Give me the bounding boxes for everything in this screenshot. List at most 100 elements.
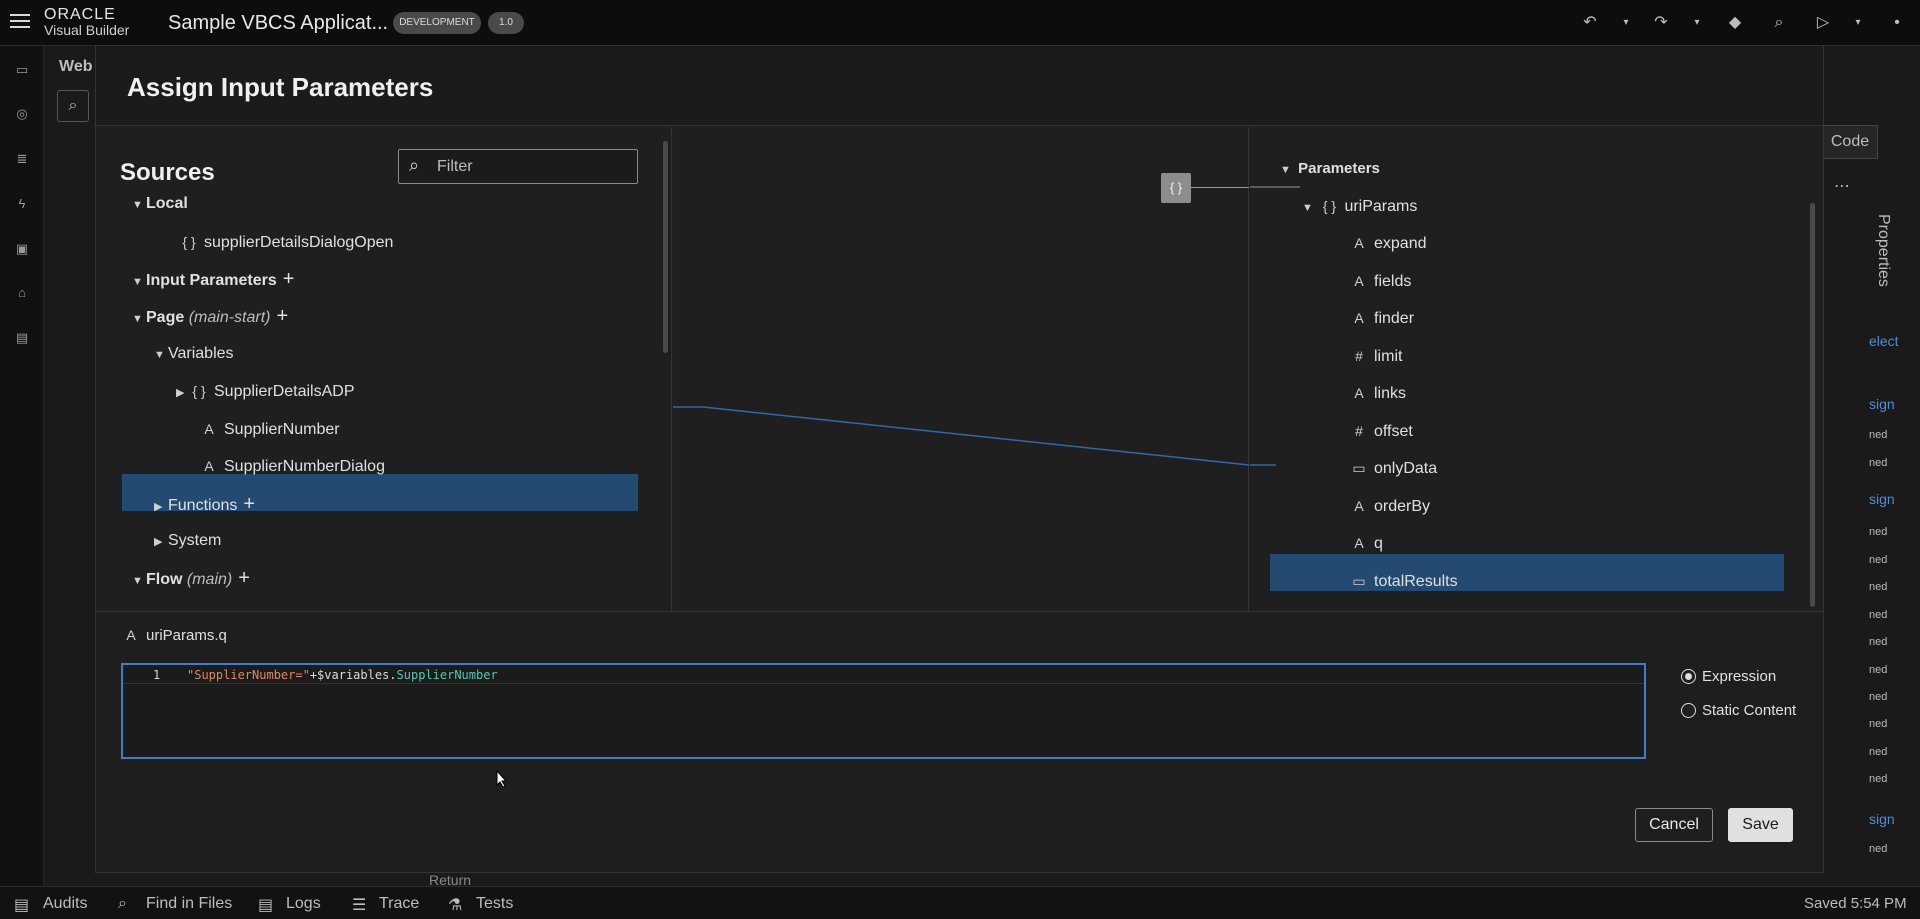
caret-right-icon[interactable]: ▶ <box>176 375 190 411</box>
find-in-files-tab[interactable]: Find in Files <box>146 895 232 913</box>
search-icon[interactable]: ⌕ <box>57 90 89 122</box>
code-tab[interactable]: Code <box>1822 125 1878 159</box>
object-mapping-icon[interactable]: { } <box>1161 173 1191 203</box>
caret-down-icon[interactable]: ▼ <box>1302 190 1316 226</box>
user-icon[interactable]: • <box>1886 12 1908 34</box>
events-icon[interactable]: ϟ <box>12 194 32 214</box>
components-icon[interactable]: ▣ <box>12 239 32 259</box>
tree-node-variables[interactable]: ▼ Variables <box>154 336 234 372</box>
boolean-type-icon: ▭ <box>1352 460 1366 476</box>
status-chip: ned <box>1869 429 1888 441</box>
status-chip: ned <box>1869 636 1888 648</box>
save-button[interactable]: Save <box>1728 808 1793 842</box>
search-icon[interactable]: ⌕ <box>1768 12 1790 34</box>
git-icon[interactable]: ◆ <box>1724 12 1746 34</box>
add-icon[interactable]: + <box>283 268 295 290</box>
assign-link[interactable]: sign <box>1869 811 1895 827</box>
string-type-icon: A <box>126 627 136 643</box>
tree-node-local[interactable]: ▼ Local <box>132 186 188 222</box>
caret-down-icon[interactable]: ▼ <box>132 264 146 300</box>
undo-dropdown-icon[interactable]: ▾ <box>1615 12 1637 34</box>
redo-icon[interactable]: ↷ <box>1650 12 1672 34</box>
tree-node-parameters[interactable]: ▼ Parameters <box>1280 151 1380 187</box>
param-links[interactable]: Alinks <box>1350 375 1406 411</box>
tree-node-uri-params[interactable]: ▼ { } uriParams <box>1302 188 1417 224</box>
static-content-radio[interactable] <box>1681 703 1696 718</box>
param-limit[interactable]: # limit <box>1350 338 1402 374</box>
status-chip: ned <box>1869 746 1888 758</box>
add-icon[interactable]: + <box>276 305 288 327</box>
web-apps-icon[interactable]: ▭ <box>12 60 32 80</box>
menu-icon[interactable] <box>10 14 30 30</box>
business-objects-icon[interactable]: ≣ <box>12 149 32 169</box>
assign-link[interactable]: sign <box>1869 396 1895 412</box>
filter-input[interactable]: ⌕ Filter <box>398 149 638 184</box>
caret-down-icon[interactable]: ▼ <box>132 301 146 337</box>
string-type-icon: A <box>1354 498 1364 514</box>
properties-tab[interactable]: Properties <box>1874 214 1892 287</box>
logs-icon[interactable]: ▤ <box>258 895 273 915</box>
tree-node-supplier-number-dialog[interactable]: A SupplierNumberDialog <box>200 448 385 484</box>
tests-icon[interactable]: ⚗ <box>448 895 462 915</box>
param-q[interactable]: Aq <box>1350 525 1383 561</box>
string-type-icon: A <box>204 421 214 437</box>
param-expand[interactable]: Aexpand <box>1350 225 1426 261</box>
logs-tab[interactable]: Logs <box>286 895 321 913</box>
run-icon[interactable]: ▷ <box>1812 12 1834 34</box>
param-only-data[interactable]: ▭ onlyData <box>1350 450 1437 486</box>
filter-placeholder: Filter <box>437 158 473 175</box>
tests-tab[interactable]: Tests <box>476 895 513 913</box>
param-finder[interactable]: Afinder <box>1350 300 1414 336</box>
trace-icon[interactable]: ☰ <box>352 895 366 915</box>
cancel-button[interactable]: Cancel <box>1635 808 1713 842</box>
param-fields[interactable]: Afields <box>1350 263 1411 299</box>
redo-dropdown-icon[interactable]: ▾ <box>1686 12 1708 34</box>
string-type-icon: A <box>204 458 214 474</box>
tree-node-page[interactable]: ▼ Page (main-start) + <box>132 298 288 334</box>
target-scrollbar[interactable] <box>1810 203 1815 607</box>
services-icon[interactable]: ◎ <box>12 104 32 124</box>
param-offset[interactable]: # offset <box>1350 413 1413 449</box>
search-icon[interactable]: ⌕ <box>118 895 127 913</box>
caret-down-icon[interactable]: ▼ <box>132 187 146 223</box>
caret-right-icon[interactable]: ▶ <box>154 524 168 560</box>
tree-node-supplier-number[interactable]: A SupplierNumber <box>200 411 339 447</box>
saved-status: Saved 5:54 PM <box>1804 895 1907 912</box>
static-content-radio-label[interactable]: Static Content <box>1702 702 1796 719</box>
sources-scrollbar[interactable] <box>663 141 668 353</box>
tree-node-functions[interactable]: ▶ Functions + <box>154 486 255 522</box>
sources-title: Sources <box>120 159 215 186</box>
undo-icon[interactable]: ↶ <box>1579 12 1601 34</box>
tree-node-supplier-details-dialog-open[interactable]: { } supplierDetailsDialogOpen <box>180 224 393 260</box>
select-link[interactable]: elect <box>1869 333 1899 349</box>
param-order-by[interactable]: AorderBy <box>1350 488 1430 524</box>
processes-icon[interactable]: ⌂ <box>12 283 32 303</box>
caret-down-icon[interactable]: ▼ <box>1280 152 1294 188</box>
run-dropdown-icon[interactable]: ▾ <box>1847 12 1869 34</box>
status-chip: ned <box>1869 664 1888 676</box>
tree-node-flow[interactable]: ▼ Flow (main) + <box>132 560 250 596</box>
trace-tab[interactable]: Trace <box>379 895 419 913</box>
boolean-type-icon: ▭ <box>1352 573 1366 589</box>
string-type-icon: A <box>1354 235 1364 251</box>
environment-badge: DEVELOPMENT <box>393 12 481 34</box>
expression-editor[interactable]: 1 "SupplierNumber="+$variables.SupplierN… <box>121 663 1646 759</box>
expression-radio-label[interactable]: Expression <box>1702 668 1776 685</box>
audits-icon[interactable]: ▤ <box>14 895 29 915</box>
more-icon[interactable]: ⋯ <box>1834 176 1850 196</box>
source-icon[interactable]: ▤ <box>12 328 32 348</box>
caret-down-icon[interactable]: ▼ <box>154 337 168 373</box>
tree-node-input-parameters[interactable]: ▼ Input Parameters + <box>132 261 294 297</box>
string-type-icon: A <box>1354 310 1364 326</box>
audits-tab[interactable]: Audits <box>43 895 87 913</box>
param-total-results[interactable]: ▭ totalResults <box>1350 563 1457 599</box>
expression-radio[interactable] <box>1681 669 1696 684</box>
app-title[interactable]: Sample VBCS Applicat... <box>168 12 388 35</box>
tree-node-system[interactable]: ▶ System <box>154 523 221 559</box>
add-icon[interactable]: + <box>238 567 250 589</box>
tree-node-supplier-details-adp[interactable]: ▶{ } SupplierDetailsADP <box>176 373 355 409</box>
caret-down-icon[interactable]: ▼ <box>132 563 146 599</box>
assign-link[interactable]: sign <box>1869 491 1895 507</box>
caret-right-icon[interactable]: ▶ <box>154 489 168 525</box>
add-icon[interactable]: + <box>243 493 255 515</box>
